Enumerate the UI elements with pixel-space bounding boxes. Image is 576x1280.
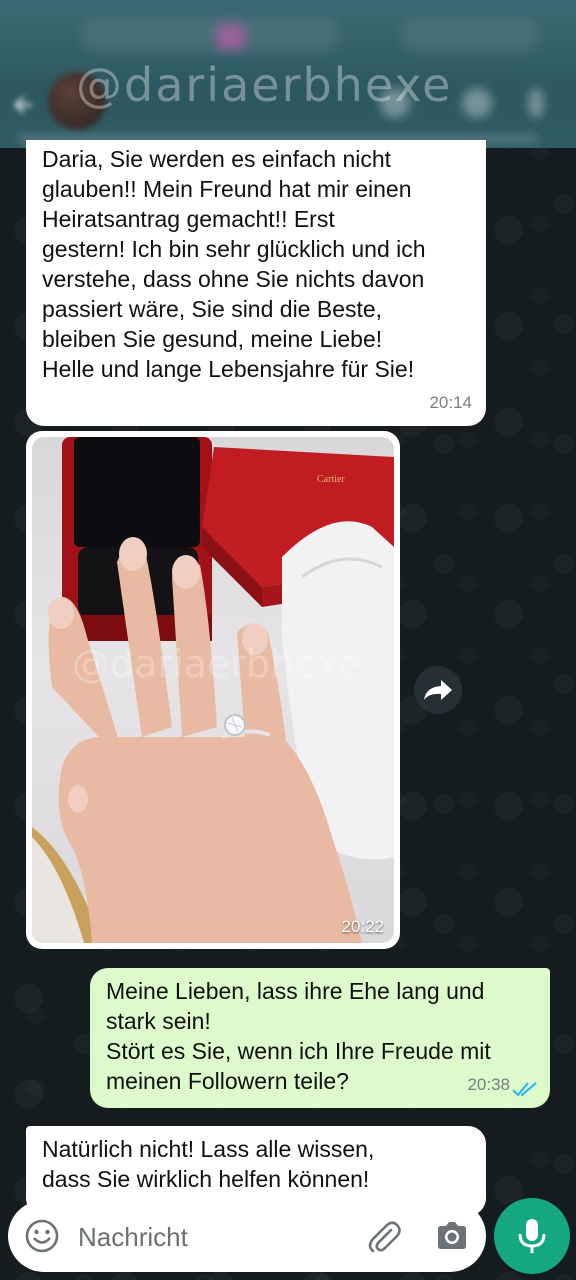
message-time: 20:14 [429, 393, 472, 412]
message-text: Natürlich nicht! Lass alle wissen, dass … [42, 1136, 375, 1192]
read-ticks-icon [512, 1082, 537, 1097]
attach-icon[interactable] [364, 1216, 404, 1256]
microphone-icon [518, 1219, 546, 1253]
back-arrow-icon[interactable] [10, 92, 36, 118]
ring-photo-illustration: Cartier @dariaerbhexe [32, 437, 394, 943]
message-composer [8, 1200, 486, 1272]
camera-icon[interactable] [434, 1218, 470, 1254]
photo-time: 20:22 [341, 917, 384, 936]
ring-photo[interactable]: Cartier @dariaerbhexe 20:22 [32, 437, 394, 943]
forward-icon [424, 680, 452, 700]
message-input[interactable] [78, 1220, 348, 1254]
voice-call-icon[interactable] [462, 88, 492, 118]
voice-message-button[interactable] [494, 1198, 570, 1274]
incoming-message[interactable]: Daria, Sie werden es einfach nicht glaub… [26, 140, 486, 426]
status-bar-blur [80, 18, 340, 52]
watermark-text: @dariaerbhexe [76, 58, 453, 112]
chat-header: @dariaerbhexe [0, 0, 576, 148]
forward-button[interactable] [414, 666, 462, 714]
message-text: Daria, Sie werden es einfach nicht glaub… [42, 146, 426, 382]
photo-message[interactable]: Cartier @dariaerbhexe 20:22 [26, 431, 400, 949]
status-bar-blur-right [400, 18, 540, 52]
status-icon-blur [216, 24, 246, 50]
message-time: 20:38 [467, 1075, 510, 1094]
menu-dots-icon[interactable] [528, 88, 544, 118]
outgoing-message[interactable]: Meine Lieben, lass ihre Ehe lang und sta… [90, 968, 550, 1108]
svg-text:Cartier: Cartier [317, 474, 345, 485]
emoji-icon[interactable] [24, 1218, 60, 1254]
photo-watermark: @dariaerbhexe [72, 642, 362, 686]
